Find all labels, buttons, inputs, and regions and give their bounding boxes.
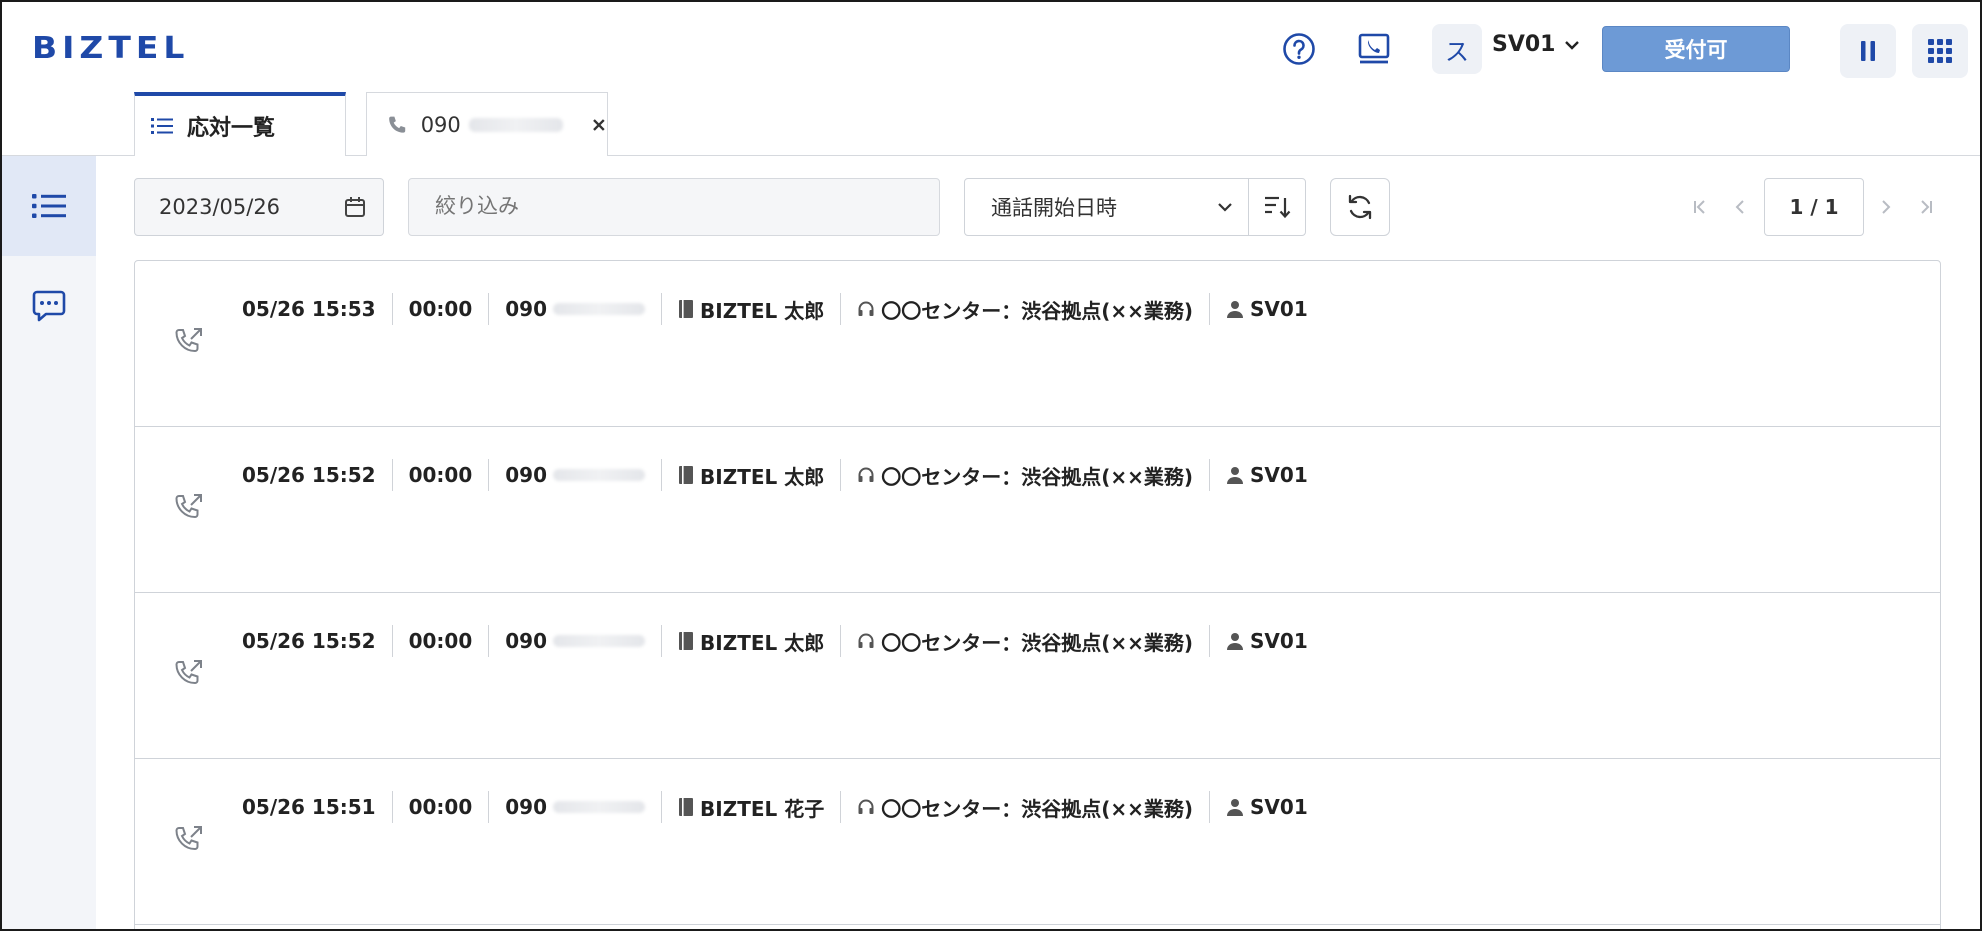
tab-label: 090 bbox=[420, 112, 461, 137]
call-agent: SV01 bbox=[1209, 293, 1324, 325]
address-book-icon bbox=[679, 300, 694, 318]
chevron-down-icon bbox=[1218, 203, 1232, 212]
address-book-icon bbox=[679, 466, 694, 484]
outgoing-call-icon bbox=[175, 494, 202, 519]
call-summary: 05/26 15:51 00:00 090 BIZTEL 花子 〇〇センター：渋… bbox=[242, 789, 1324, 825]
status-button[interactable]: 受付可 bbox=[1602, 26, 1790, 72]
call-duration: 00:00 bbox=[391, 625, 489, 657]
chevron-right-icon bbox=[1882, 200, 1891, 214]
outgoing-call-icon bbox=[175, 826, 202, 851]
headset-icon bbox=[858, 633, 874, 648]
call-summary: 05/26 15:52 00:00 090 BIZTEL 太郎 〇〇センター：渋… bbox=[242, 623, 1324, 659]
page-indicator: 1 / 1 bbox=[1764, 178, 1864, 236]
list-icon bbox=[32, 194, 66, 218]
call-duration: 00:00 bbox=[391, 459, 489, 491]
left-rail bbox=[2, 156, 96, 929]
address-book-icon bbox=[679, 798, 694, 816]
headset-icon bbox=[858, 301, 874, 316]
date-picker[interactable]: 2023/05/26 bbox=[134, 178, 384, 236]
first-page-button[interactable] bbox=[1686, 190, 1714, 224]
call-contact: BIZTEL 太郎 bbox=[661, 459, 840, 491]
call-queue: 〇〇センター：渋谷拠点(××業務) bbox=[840, 625, 1209, 657]
sort-select[interactable]: 通話開始日時 bbox=[964, 178, 1250, 236]
chevron-down-icon bbox=[1564, 40, 1579, 50]
call-summary: 05/26 15:53 00:00 090 BIZTEL 太郎 〇〇センター：渋… bbox=[242, 291, 1324, 327]
masked-number bbox=[468, 117, 564, 132]
call-duration: 00:00 bbox=[391, 791, 489, 823]
address-book-icon bbox=[679, 632, 694, 650]
tab-response-list[interactable]: 応対一覧 bbox=[134, 92, 346, 156]
app-window: BIZTEL ス SV01 受付可 応対一覧 090 2023/05/26 絞り… bbox=[0, 0, 1982, 931]
sort-direction-button[interactable] bbox=[1248, 178, 1306, 236]
date-value: 2023/05/26 bbox=[159, 195, 281, 219]
list-item[interactable]: 05/26 15:52 00:00 090 BIZTEL 太郎 〇〇センター：渋… bbox=[135, 427, 1940, 593]
user-icon bbox=[1227, 467, 1244, 484]
outgoing-call-icon bbox=[175, 328, 202, 353]
prev-page-button[interactable] bbox=[1726, 190, 1754, 224]
pause-button[interactable] bbox=[1840, 24, 1896, 78]
call-phone: 090 bbox=[488, 625, 661, 657]
sort-value: 通話開始日時 bbox=[991, 196, 1117, 220]
calendar-icon bbox=[345, 197, 365, 217]
list-item[interactable]: 05/26 15:53 00:00 090 BIZTEL 太郎 〇〇センター：渋… bbox=[135, 261, 1940, 427]
last-page-button[interactable] bbox=[1912, 190, 1940, 224]
user-icon bbox=[1227, 633, 1244, 650]
apps-menu-button[interactable] bbox=[1912, 24, 1968, 78]
user-icon bbox=[1227, 799, 1244, 816]
tab-call[interactable]: 090 bbox=[366, 92, 608, 156]
refresh-icon bbox=[1348, 194, 1372, 220]
logo: BIZTEL bbox=[32, 29, 190, 66]
call-phone: 090 bbox=[488, 791, 661, 823]
user-menu[interactable]: SV01 bbox=[1492, 32, 1580, 57]
headset-icon bbox=[858, 467, 874, 482]
call-datetime: 05/26 15:53 bbox=[242, 297, 376, 321]
call-queue: 〇〇センター：渋谷拠点(××業務) bbox=[840, 293, 1209, 325]
pause-icon bbox=[1861, 41, 1875, 61]
list-icon bbox=[151, 118, 173, 134]
call-duration: 00:00 bbox=[391, 293, 489, 325]
grid-menu-icon bbox=[1928, 39, 1952, 63]
rail-item-chat[interactable] bbox=[2, 256, 96, 356]
outgoing-call-icon bbox=[175, 660, 202, 685]
header: BIZTEL ス SV01 受付可 bbox=[2, 2, 1980, 94]
first-page-icon bbox=[1694, 200, 1705, 214]
close-icon[interactable] bbox=[591, 117, 607, 133]
call-agent: SV01 bbox=[1209, 625, 1324, 657]
phone-icon bbox=[389, 116, 406, 133]
call-agent: SV01 bbox=[1209, 791, 1324, 823]
chevron-left-icon bbox=[1735, 200, 1744, 214]
avatar[interactable]: ス bbox=[1432, 24, 1482, 74]
call-queue: 〇〇センター：渋谷拠点(××業務) bbox=[840, 459, 1209, 491]
call-datetime: 05/26 15:51 bbox=[242, 795, 376, 819]
call-agent: SV01 bbox=[1209, 459, 1324, 491]
rail-item-list[interactable] bbox=[2, 156, 96, 256]
call-phone: 090 bbox=[488, 293, 661, 325]
call-contact: BIZTEL 太郎 bbox=[661, 625, 840, 657]
softphone-icon[interactable] bbox=[1353, 28, 1395, 70]
help-circle-icon[interactable] bbox=[1278, 28, 1320, 70]
tab-bar: 応対一覧 090 bbox=[2, 90, 1980, 156]
call-queue: 〇〇センター：渋谷拠点(××業務) bbox=[840, 791, 1209, 823]
user-icon bbox=[1227, 301, 1244, 318]
user-initial: ス bbox=[1445, 37, 1469, 66]
list-item[interactable]: 05/26 15:52 00:00 090 BIZTEL 太郎 〇〇センター：渋… bbox=[135, 593, 1940, 759]
chat-icon bbox=[32, 290, 66, 322]
user-name: SV01 bbox=[1492, 32, 1556, 57]
headset-icon bbox=[858, 799, 874, 814]
tab-label: 応対一覧 bbox=[187, 116, 276, 141]
last-page-icon bbox=[1921, 200, 1932, 214]
call-summary: 05/26 15:52 00:00 090 BIZTEL 太郎 〇〇センター：渋… bbox=[242, 457, 1324, 493]
call-datetime: 05/26 15:52 bbox=[242, 629, 376, 653]
sort-descending-icon bbox=[1265, 196, 1291, 219]
refresh-button[interactable] bbox=[1330, 178, 1390, 236]
call-contact: BIZTEL 太郎 bbox=[661, 293, 840, 325]
call-datetime: 05/26 15:52 bbox=[242, 463, 376, 487]
filter-input[interactable] bbox=[408, 178, 940, 236]
next-page-button[interactable] bbox=[1872, 190, 1900, 224]
call-list: 05/26 15:53 00:00 090 BIZTEL 太郎 〇〇センター：渋… bbox=[134, 260, 1941, 929]
call-contact: BIZTEL 花子 bbox=[661, 791, 840, 823]
call-phone: 090 bbox=[488, 459, 661, 491]
list-item[interactable]: 05/26 15:51 00:00 090 BIZTEL 花子 〇〇センター：渋… bbox=[135, 759, 1940, 925]
